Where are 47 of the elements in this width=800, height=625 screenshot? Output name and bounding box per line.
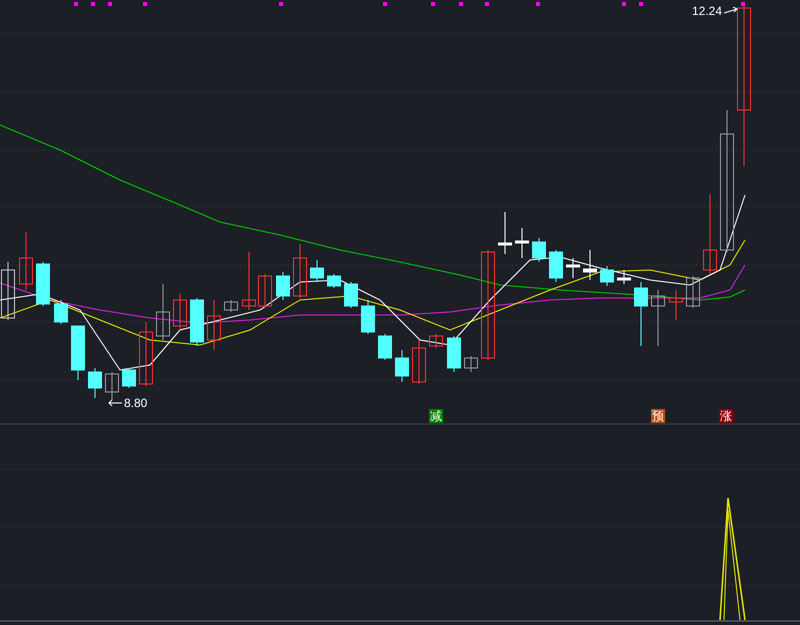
candlestick <box>173 294 187 330</box>
high-price-label: 12.24 <box>692 4 722 18</box>
signal-badge: 预 <box>651 409 665 423</box>
candlestick <box>344 282 358 308</box>
candlestick <box>549 250 563 282</box>
arrow-icon <box>724 7 738 15</box>
candlestick <box>651 290 665 346</box>
candlestick <box>617 270 631 284</box>
candlestick <box>224 300 238 312</box>
candlestick <box>122 368 136 388</box>
low-price-label: 8.80 <box>124 396 148 410</box>
candlestick <box>310 260 324 282</box>
candlestick <box>515 228 529 258</box>
candlestick <box>71 326 85 380</box>
candlestick <box>88 368 102 398</box>
candlestick <box>327 274 341 288</box>
candlestick <box>395 350 409 382</box>
candlestick <box>361 300 375 334</box>
candlestick <box>566 258 580 278</box>
candlestick <box>19 232 33 290</box>
arrow-icon <box>108 399 122 407</box>
candlestick <box>105 372 119 400</box>
candlestick <box>600 266 614 286</box>
candlestick <box>156 284 170 340</box>
candlestick <box>669 290 683 320</box>
candlestick <box>54 300 68 324</box>
candlestick <box>276 272 290 300</box>
candlestick <box>412 340 426 384</box>
candlestick <box>1 262 15 320</box>
candlestick <box>464 356 478 372</box>
candlestick <box>190 298 204 346</box>
candlestick <box>242 252 256 310</box>
candlestick <box>258 274 272 308</box>
candlestick <box>447 336 461 372</box>
candlestick <box>207 300 221 350</box>
candlestick <box>429 334 443 348</box>
candlestick <box>139 322 153 386</box>
candlestick <box>36 262 50 306</box>
candlestick <box>378 334 392 360</box>
signal-badge: 减 <box>429 409 443 423</box>
candlestick <box>583 250 597 280</box>
signal-badge: 涨 <box>719 409 733 423</box>
candlestick <box>293 244 307 298</box>
candlestick <box>498 212 512 254</box>
candlestick <box>686 276 700 308</box>
candlestick <box>634 282 648 346</box>
candlestick <box>532 238 546 262</box>
